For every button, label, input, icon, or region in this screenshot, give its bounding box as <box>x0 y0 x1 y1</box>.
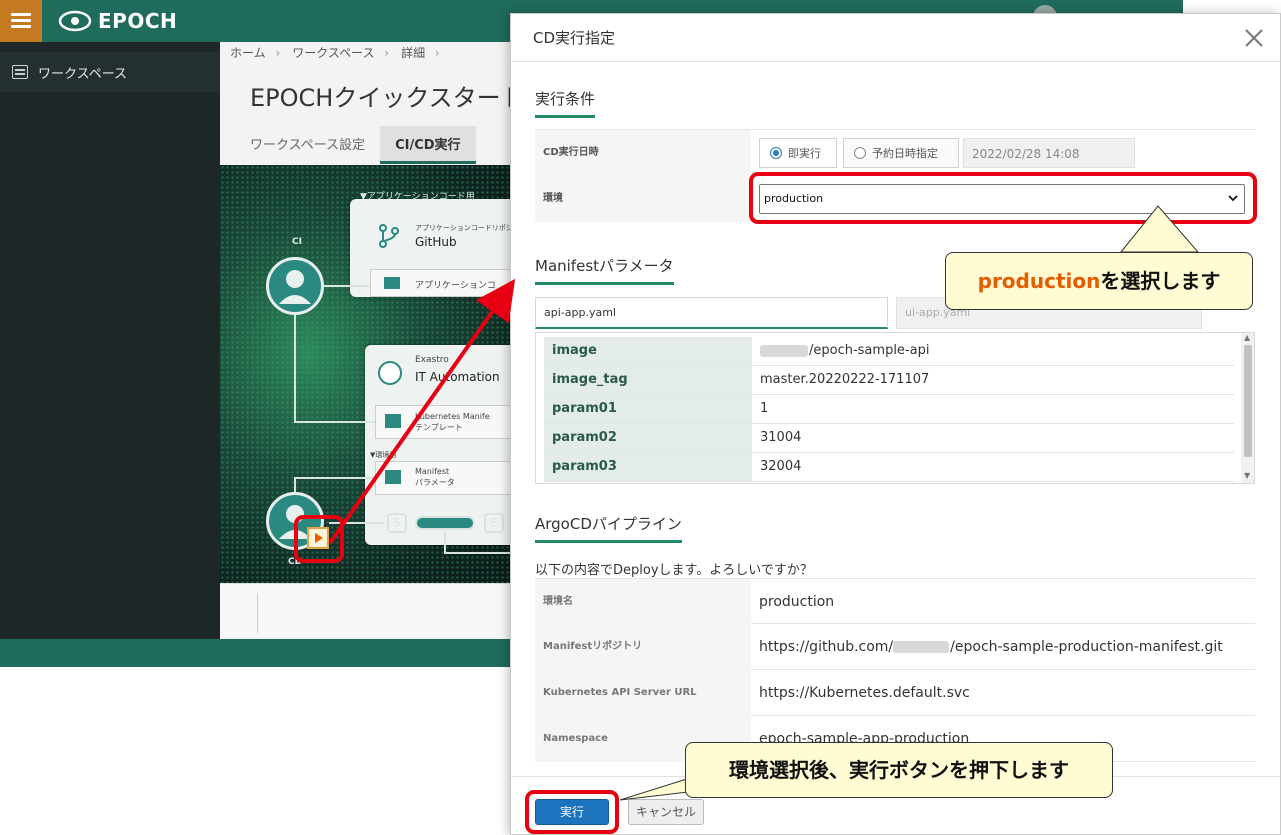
tab-workspace-settings[interactable]: ワークスペース設定 <box>235 126 380 164</box>
cancel-button[interactable]: キャンセル <box>628 799 704 825</box>
environment-highlight <box>749 172 1257 224</box>
callout-press-execute: 環境選択後、実行ボタンを押下します <box>685 742 1113 798</box>
menu-line-icon <box>11 13 31 16</box>
radio-unchecked-icon <box>854 147 866 159</box>
diagram-connectors <box>294 285 515 554</box>
footer-divider <box>257 593 258 633</box>
dialog-header: CD実行指定 <box>511 14 1280 62</box>
repo-url-suffix: /epoch-sample-production-manifest.git <box>950 639 1223 655</box>
page-title: EPOCHクイックスタート[ <box>250 84 534 112</box>
redacted-mask <box>893 641 950 653</box>
environment-label: 環境 <box>535 176 751 222</box>
epoch-logo[interactable]: EPOCH <box>58 8 184 34</box>
argocd-label: Kubernetes API Server URL <box>535 670 751 716</box>
workspace-icon <box>12 65 28 79</box>
scheduled-datetime-field[interactable]: 2022/02/28 14:08 <box>963 138 1135 168</box>
redacted-mask <box>760 344 808 357</box>
param-row: param02 31004 <box>544 424 1234 453</box>
param-row: param01 1 <box>544 395 1234 424</box>
param-key: param02 <box>544 424 752 452</box>
sidebar-item-label: ワークスペース <box>38 66 128 82</box>
dialog-title: CD実行指定 <box>533 29 616 47</box>
hamburger-menu-button[interactable] <box>0 0 42 42</box>
radio-scheduled-label: 予約日時指定 <box>872 147 938 160</box>
callout-text: を選択します <box>1100 269 1221 293</box>
param-key: image_tag <box>544 366 752 394</box>
pipeline-diagram: ▼アプリケーションコード用 アプリケーションコードリポジ GitHub アプリケ… <box>220 165 515 583</box>
cd-datetime-row: CD実行日時 即実行 予約日時指定 2022/02/28 14:08 <box>535 130 1255 176</box>
argocd-row-repo: Manifestリポジトリ https://github.com/ /epoch-… <box>535 624 1255 670</box>
menu-line-icon <box>11 19 31 22</box>
radio-scheduled[interactable]: 予約日時指定 <box>843 138 959 168</box>
screenshot-stage: EPOCH ワークスペース ホーム ワークスペース 詳細 EPOCHクイックスタ… <box>0 0 1281 835</box>
sidebar <box>0 42 220 642</box>
argocd-row-api: Kubernetes API Server URL https://Kubern… <box>535 670 1255 716</box>
argocd-value: production <box>759 594 835 610</box>
param-row: param03 32004 <box>544 453 1234 482</box>
param-value: 32004 <box>760 459 802 474</box>
param-key: param01 <box>544 395 752 423</box>
param-value: /epoch-sample-api <box>760 337 929 365</box>
argocd-label: 環境名 <box>535 579 751 625</box>
param-value: 1 <box>760 401 769 416</box>
params-scrollbar[interactable]: ▲ ▼ <box>1241 333 1254 483</box>
breadcrumb: ホーム ワークスペース 詳細 <box>230 44 440 60</box>
workspace-tabs: ワークスペース設定 CI/CD実行 <box>235 126 476 164</box>
epoch-eye-icon <box>58 10 92 32</box>
argocd-value: https://github.com/ /epoch-sample-product… <box>759 624 1223 670</box>
param-key: param03 <box>544 453 752 481</box>
radio-checked-icon <box>770 147 782 159</box>
breadcrumb-workspace[interactable]: ワークスペース <box>292 44 389 60</box>
deploy-confirm-text: 以下の内容でDeployします。よろしいですか？ <box>535 563 813 578</box>
param-value: 31004 <box>760 430 802 445</box>
menu-line-icon <box>11 25 31 28</box>
radio-immediate[interactable]: 即実行 <box>759 138 837 168</box>
close-icon[interactable] <box>1242 26 1266 50</box>
argocd-row-env: 環境名 production <box>535 578 1255 625</box>
argocd-value: https://Kubernetes.default.svc <box>759 685 970 701</box>
breadcrumb-home[interactable]: ホーム <box>230 44 280 60</box>
param-key: image <box>544 337 752 365</box>
sidebar-item-workspace[interactable]: ワークスペース <box>0 52 220 92</box>
param-row: image /epoch-sample-api <box>544 337 1234 366</box>
manifest-params-title: Manifestパラメータ <box>535 255 674 285</box>
radio-immediate-label: 即実行 <box>788 147 821 160</box>
cd-execution-dialog: CD実行指定 実行条件 CD実行日時 即実行 予約日時指定 2022/02/28… <box>510 13 1281 835</box>
tab-cicd-execution[interactable]: CI/CD実行 <box>380 126 476 164</box>
param-value: master.20220222-171107 <box>760 372 930 387</box>
manifest-params-table: image /epoch-sample-api image_tag master… <box>535 332 1255 484</box>
scrollbar-thumb[interactable] <box>1244 345 1252 457</box>
scroll-up-icon[interactable]: ▲ <box>1244 333 1250 342</box>
argocd-pipeline-title: ArgoCDパイプライン <box>535 513 682 543</box>
cd-datetime-label: CD実行日時 <box>535 130 751 176</box>
exec-condition-title: 実行条件 <box>535 88 596 118</box>
callout-highlight-word: production <box>977 269 1101 293</box>
execute-highlight <box>525 790 619 834</box>
logo-text: EPOCH <box>98 9 178 33</box>
tab-api-app-yaml[interactable]: api-app.yaml <box>535 297 888 329</box>
callout-select-environment: productionを選択します <box>945 252 1253 310</box>
cd-run-highlight <box>294 515 344 563</box>
breadcrumb-detail[interactable]: 詳細 <box>401 44 440 60</box>
repo-url-prefix: https://github.com/ <box>759 639 894 655</box>
param-row: image_tag master.20220222-171107 <box>544 366 1234 395</box>
param-value-text: /epoch-sample-api <box>809 343 930 358</box>
argocd-label: Manifestリポジトリ <box>535 624 751 670</box>
scroll-down-icon[interactable]: ▼ <box>1244 471 1250 480</box>
